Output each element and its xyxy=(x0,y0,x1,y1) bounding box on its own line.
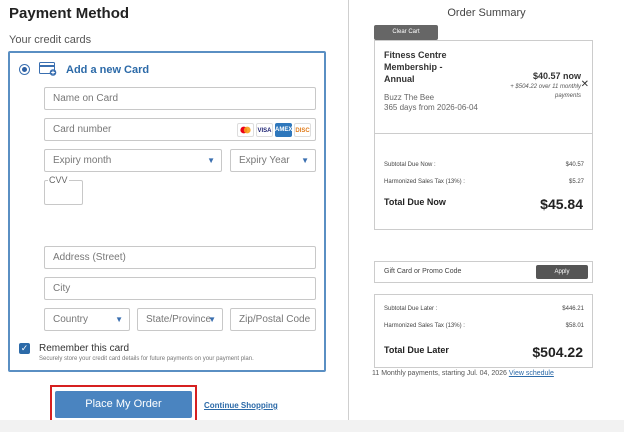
expiry-month-value: Expiry month xyxy=(53,155,112,166)
subtotal-later-row: Subtotal Due Later : $446.21 xyxy=(384,306,584,312)
city-input[interactable]: City xyxy=(44,277,316,300)
address-input[interactable]: Address (Street) xyxy=(44,246,316,269)
tax-now-label: Harmonized Sales Tax (13%) : xyxy=(384,179,465,185)
credit-cards-label: Your credit cards xyxy=(9,34,92,46)
remember-card-label: Remember this card xyxy=(39,343,130,354)
total-later-value: $504.22 xyxy=(532,344,583,360)
tax-later-row: Harmonized Sales Tax (13%) : $58.01 xyxy=(384,323,584,329)
promo-code-placeholder: Gift Card or Promo Code xyxy=(384,268,462,275)
item-period: 365 days from 2026-06-04 xyxy=(384,103,478,112)
place-order-highlight: Place My Order xyxy=(50,385,197,424)
due-later-summary: Subtotal Due Later : $446.21 Harmonized … xyxy=(374,294,593,368)
country-select[interactable]: Country ▼ xyxy=(44,308,130,331)
chevron-down-icon: ▼ xyxy=(208,315,216,324)
expiry-month-select[interactable]: Expiry month ▼ xyxy=(44,149,222,172)
payment-schedule: 11 Monthly payments, starting Jul. 04, 2… xyxy=(372,370,554,377)
apply-promo-button[interactable]: Apply xyxy=(536,265,588,279)
cvv-input[interactable]: CVV xyxy=(44,175,83,205)
place-order-button[interactable]: Place My Order xyxy=(55,391,192,418)
subtotal-now-row: Subtotal Due Now : $40.57 xyxy=(384,162,584,168)
add-new-card-link[interactable]: Add a new Card xyxy=(66,64,149,76)
zip-input[interactable]: Zip/Postal Code xyxy=(230,308,316,331)
card-logos: VISA AMEX DISC xyxy=(237,123,311,138)
order-summary-title: Order Summary xyxy=(447,7,526,19)
mastercard-logo xyxy=(237,123,254,137)
expiry-year-select[interactable]: Expiry Year ▼ xyxy=(230,149,316,172)
name-on-card-input[interactable]: Name on Card xyxy=(44,87,316,110)
total-now-value: $45.84 xyxy=(540,196,583,212)
subtotal-now-label: Subtotal Due Now : xyxy=(384,162,436,168)
remove-item-close-icon[interactable]: ✕ xyxy=(581,79,589,90)
add-card-radio[interactable] xyxy=(19,64,30,75)
state-value: State/Province xyxy=(146,314,212,325)
cvv-label: CVV xyxy=(48,175,69,185)
chevron-down-icon: ▼ xyxy=(115,315,123,324)
promo-code-input[interactable]: Gift Card or Promo Code Apply xyxy=(374,261,593,283)
chevron-down-icon: ▼ xyxy=(207,156,215,165)
item-price-later: + $504.22 over 11 monthly payments xyxy=(510,84,581,99)
due-now-summary: Subtotal Due Now : $40.57 Harmonized Sal… xyxy=(374,134,593,230)
discover-logo: DISC xyxy=(294,123,311,137)
remember-card-checkbox[interactable]: ✓ xyxy=(19,343,30,354)
item-price-now: $40.57 now xyxy=(532,71,581,81)
country-value: Country xyxy=(53,314,89,325)
cart-item: Fitness Centre Membership - Annual Buzz … xyxy=(374,40,593,134)
remember-card-note: Securely store your credit card details … xyxy=(39,356,254,362)
expiry-year-value: Expiry Year xyxy=(239,155,290,166)
tax-later-label: Harmonized Sales Tax (13%) : xyxy=(384,323,465,329)
card-number-input[interactable]: Card number VISA AMEX DISC xyxy=(44,118,316,141)
item-organization: Buzz The Bee xyxy=(384,93,435,102)
chevron-down-icon: ▼ xyxy=(301,156,309,165)
order-summary-panel: Order Summary Clear Cart Fitness Centre … xyxy=(349,0,624,432)
payment-panel: Payment Method Your credit cards Add a n… xyxy=(0,0,348,432)
subtotal-later-label: Subtotal Due Later : xyxy=(384,306,438,312)
clear-cart-button[interactable]: Clear Cart xyxy=(374,25,438,40)
visa-logo: VISA xyxy=(256,123,273,137)
subtotal-later-value: $446.21 xyxy=(562,306,584,312)
schedule-text: 11 Monthly payments, starting Jul. 04, 2… xyxy=(372,370,507,377)
total-now-label: Total Due Now xyxy=(384,197,446,207)
credit-card-add-icon xyxy=(39,62,57,76)
payment-method-title: Payment Method xyxy=(9,5,130,22)
state-select[interactable]: State/Province ▼ xyxy=(137,308,223,331)
item-name: Fitness Centre Membership - Annual xyxy=(384,50,447,84)
view-schedule-link[interactable]: View schedule xyxy=(509,370,554,377)
card-number-placeholder: Card number xyxy=(53,124,112,135)
tax-now-row: Harmonized Sales Tax (13%) : $5.27 xyxy=(384,179,584,185)
new-card-form: Add a new Card Name on Card Card number … xyxy=(8,51,326,372)
subtotal-now-value: $40.57 xyxy=(565,162,584,168)
tax-later-value: $58.01 xyxy=(565,323,584,329)
continue-shopping-link[interactable]: Continue Shopping xyxy=(204,401,278,410)
page-footer-strip xyxy=(0,420,624,432)
tax-now-value: $5.27 xyxy=(568,179,584,185)
total-later-label: Total Due Later xyxy=(384,345,449,355)
amex-logo: AMEX xyxy=(275,123,292,137)
